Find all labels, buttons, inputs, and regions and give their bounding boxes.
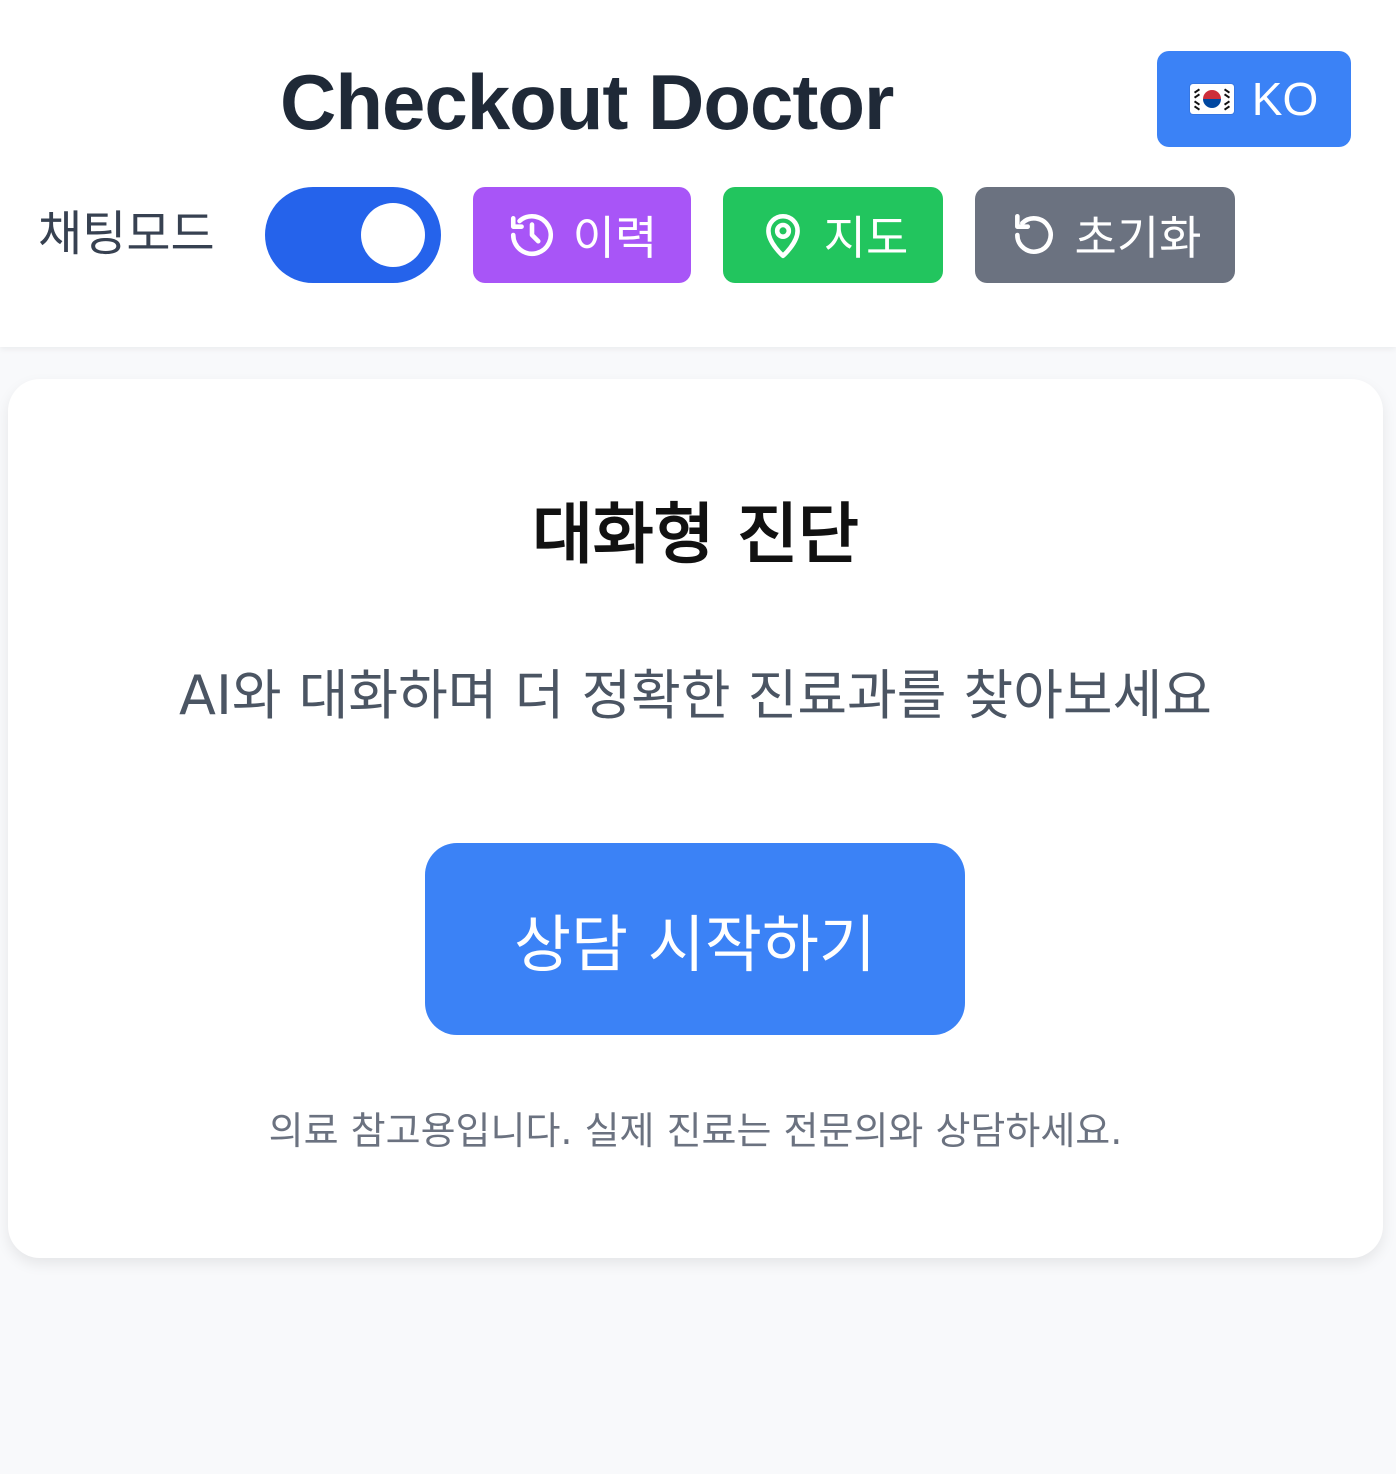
start-consultation-button[interactable]: 상담 시작하기: [425, 843, 965, 1035]
reset-label: 초기화: [1074, 211, 1202, 265]
reset-icon: [1014, 213, 1053, 254]
map-pin-icon: [765, 214, 800, 259]
toggle-knob: [361, 203, 425, 267]
reset-button[interactable]: 초기화: [975, 187, 1235, 283]
language-button[interactable]: KO: [1157, 51, 1351, 147]
map-label: 지도: [823, 211, 909, 265]
map-button[interactable]: 지도: [723, 187, 943, 283]
south-korea-flag-icon: [1189, 84, 1234, 114]
history-label: 이력: [572, 211, 658, 265]
history-button[interactable]: 이력: [473, 187, 691, 283]
diagnosis-card: 대화형 진단 AI와 대화하며 더 정확한 진료과를 찾아보세요 상담 시작하기…: [8, 379, 1383, 1258]
history-icon: [510, 213, 553, 257]
chat-mode-toggle[interactable]: [265, 187, 441, 283]
language-code: KO: [1251, 73, 1319, 125]
card-subtitle: AI와 대화하며 더 정확한 진료과를 찾아보세요: [179, 664, 1212, 727]
card-title: 대화형 진단: [532, 496, 859, 573]
disclaimer-text: 의료 참고용입니다. 실제 진료는 전문의와 상담하세요.: [268, 1109, 1123, 1153]
header: Checkout Doctor KO 채팅모드 이력 지도 초기화: [0, 0, 1396, 347]
chat-mode-label: 채팅모드: [38, 206, 215, 262]
app-title: Checkout Doctor: [280, 58, 894, 146]
